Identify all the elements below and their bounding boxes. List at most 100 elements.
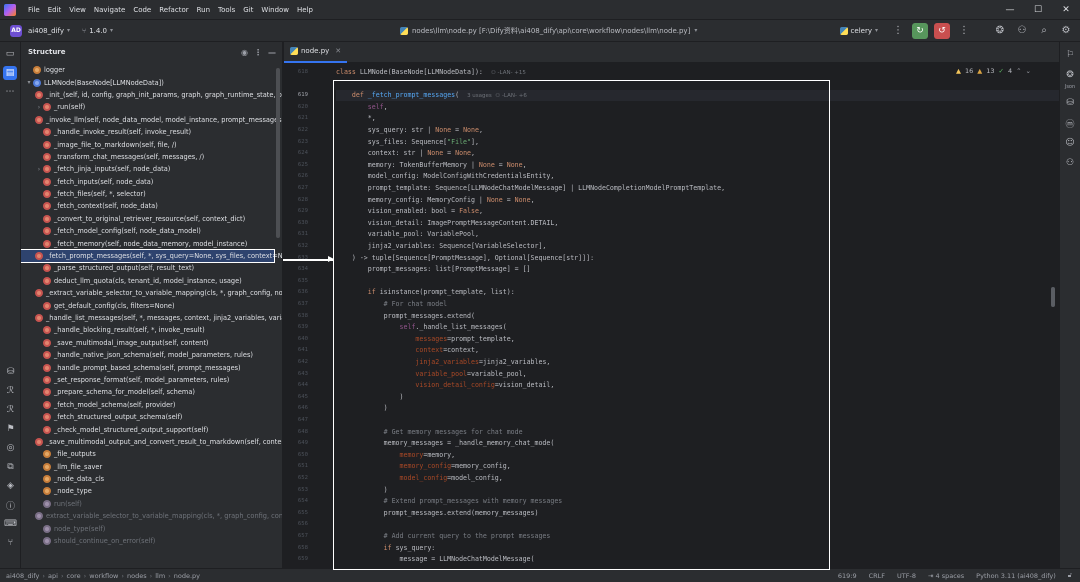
code-line[interactable]: jinja2_variables=jinja2_variables, bbox=[336, 357, 550, 368]
code-line[interactable]: *, bbox=[336, 113, 376, 124]
terminal-icon[interactable]: ⌨ bbox=[4, 517, 18, 531]
structure-icon[interactable]: ▤ bbox=[3, 66, 17, 80]
code-line[interactable]: model_config: ModelConfigWithCredentials… bbox=[336, 171, 555, 182]
more-tools-icon[interactable]: ⋯ bbox=[3, 85, 17, 99]
menu-item-window[interactable]: Window bbox=[257, 6, 293, 14]
expand-arrow-icon[interactable]: ▾ bbox=[25, 79, 33, 86]
structure-item[interactable]: should_continue_on_error(self) bbox=[21, 535, 274, 547]
code-line[interactable]: context=context, bbox=[336, 345, 479, 356]
plugin-side-icon[interactable]: ⚇ bbox=[1063, 156, 1077, 170]
vcs-branch-selector[interactable]: ⑂ 1.4.0 ▾ bbox=[76, 27, 119, 35]
menu-item-code[interactable]: Code bbox=[129, 6, 155, 14]
structure-item[interactable]: _node_data_cls bbox=[21, 473, 274, 485]
breadcrumb-item[interactable]: llm bbox=[155, 572, 165, 580]
more-actions-icon[interactable]: ⋮ bbox=[956, 23, 972, 39]
code-line[interactable]: variable_pool: VariablePool, bbox=[336, 229, 479, 240]
code-line[interactable]: sys_query: str | None = None, bbox=[336, 125, 483, 136]
code-line[interactable]: prompt_messages.extend(memory_messages) bbox=[336, 508, 539, 519]
structure-item[interactable]: deduct_llm_quota(cls, tenant_id, model_i… bbox=[21, 275, 274, 287]
code-line[interactable]: ) bbox=[336, 403, 388, 414]
services-icon[interactable]: ◎ bbox=[4, 441, 18, 455]
structure-item[interactable]: _fetch_model_config(self, node_data_mode… bbox=[21, 225, 274, 237]
structure-item[interactable]: _fetch_inputs(self, node_data) bbox=[21, 176, 274, 188]
project-folder-icon[interactable]: ▭ bbox=[3, 47, 17, 61]
more-icon[interactable]: ⋮ bbox=[890, 23, 906, 39]
structure-item[interactable]: _check_model_structured_output_support(s… bbox=[21, 423, 274, 435]
structure-item[interactable]: _file_outputs bbox=[21, 448, 274, 460]
structure-item[interactable]: _handle_prompt_based_schema(self, prompt… bbox=[21, 361, 274, 373]
structure-item[interactable]: _fetch_files(self, *, selector) bbox=[21, 188, 274, 200]
structure-item[interactable]: › _fetch_jinja_inputs(self, node_data) bbox=[21, 163, 274, 175]
project-badge[interactable]: AD bbox=[10, 24, 22, 37]
menu-item-view[interactable]: View bbox=[65, 6, 90, 14]
expand-arrow-icon[interactable]: › bbox=[35, 104, 43, 111]
structure-item[interactable]: _image_file_to_markdown(self, file, /) bbox=[21, 138, 274, 150]
structure-item[interactable]: _node_type bbox=[21, 485, 274, 497]
code-line[interactable]: message = LLMNodeChatModelMessage( bbox=[336, 554, 535, 565]
more-options-icon[interactable]: ⋮ bbox=[254, 48, 262, 57]
structure-item[interactable]: logger bbox=[21, 64, 274, 76]
code-line[interactable]: ) -> tuple[Sequence[PromptMessage], Opti… bbox=[336, 253, 594, 264]
structure-item[interactable]: _handle_blocking_result(self, *, invoke_… bbox=[21, 324, 274, 336]
code-line[interactable]: sys_files: Sequence["File"], bbox=[336, 137, 479, 148]
structure-item[interactable]: _handle_list_messages(self, *, messages,… bbox=[21, 312, 282, 324]
packages-icon[interactable]: ⧉ bbox=[4, 460, 18, 474]
problems-icon[interactable]: ⓘ bbox=[4, 498, 18, 512]
stop-button[interactable]: ↺ bbox=[934, 22, 950, 39]
code-line[interactable]: model_config=model_config, bbox=[336, 473, 503, 484]
close-icon[interactable]: ✕ bbox=[1052, 0, 1080, 20]
structure-item[interactable]: _fetch_memory(self, node_data_memory, mo… bbox=[21, 237, 274, 249]
database-icon[interactable]: ⛁ bbox=[4, 365, 18, 379]
structure-item[interactable]: get_default_config(cls, filters=None) bbox=[21, 299, 274, 311]
breadcrumb-item[interactable]: ai408_dify bbox=[6, 572, 39, 580]
structure-item[interactable]: _invoke_llm(self, node_data_model, model… bbox=[21, 114, 282, 126]
database-side-icon[interactable]: ⛁ bbox=[1063, 96, 1077, 110]
structure-item[interactable]: node_type(self) bbox=[21, 522, 274, 534]
project-selector[interactable]: ai408_dify ▾ bbox=[22, 27, 76, 35]
run-config-selector[interactable]: celery ▾ bbox=[834, 26, 884, 35]
structure-item[interactable]: _fetch_structured_output_schema(self) bbox=[21, 411, 274, 423]
file-path-title[interactable]: nodes\llm\node.py [F:\Dify资料\ai408_dify\… bbox=[400, 26, 697, 36]
structure-item[interactable]: run(self) bbox=[21, 498, 274, 510]
copilot-icon[interactable]: ℛ bbox=[4, 384, 18, 398]
structure-item[interactable]: _save_multimodal_image_output(self, cont… bbox=[21, 337, 274, 349]
ai-chat-icon[interactable]: ℛ bbox=[4, 403, 18, 417]
code-line[interactable]: memory_config: MemoryConfig | None = Non… bbox=[336, 195, 535, 206]
python-interpreter[interactable]: Python 3.11 (ai408_dify) bbox=[976, 572, 1056, 580]
menu-item-edit[interactable]: Edit bbox=[44, 6, 66, 14]
code-line[interactable]: # Add current query to the prompt messag… bbox=[336, 531, 551, 542]
line-separator[interactable]: CRLF bbox=[869, 572, 885, 580]
breadcrumb-item[interactable]: api bbox=[48, 572, 58, 580]
code-line[interactable]: ) bbox=[336, 392, 404, 403]
code-line[interactable]: variable_pool=variable_pool, bbox=[336, 369, 526, 380]
code-line[interactable]: memory: TokenBufferMemory | None = None, bbox=[336, 160, 527, 171]
minimize-icon[interactable]: — bbox=[996, 0, 1024, 20]
menu-item-tools[interactable]: Tools bbox=[214, 6, 239, 14]
copilot-side-icon[interactable]: ☺ bbox=[1063, 136, 1077, 150]
code-line[interactable]: prompt_messages.extend( bbox=[336, 311, 475, 322]
ai-assistant-side-icon[interactable]: ❂ bbox=[1063, 68, 1077, 82]
code-line[interactable]: ) bbox=[336, 485, 388, 496]
expand-arrow-icon[interactable]: › bbox=[35, 166, 43, 173]
structure-item[interactable]: _fetch_context(self, node_data) bbox=[21, 200, 274, 212]
menu-item-file[interactable]: File bbox=[24, 6, 44, 14]
maximize-icon[interactable]: ☐ bbox=[1024, 0, 1052, 20]
structure-item[interactable]: _fetch_model_schema(self, provider) bbox=[21, 399, 274, 411]
code-line[interactable]: class LLMNode(BaseNode[LLMNodeData]): ⚇ … bbox=[336, 67, 526, 78]
menu-item-refactor[interactable]: Refactor bbox=[155, 6, 192, 14]
code-line[interactable]: vision_detail_config=vision_detail, bbox=[336, 380, 554, 391]
code-line[interactable]: memory_config=memory_config, bbox=[336, 461, 511, 472]
deploy-icon[interactable]: ⚑ bbox=[4, 422, 18, 436]
notifications-icon[interactable]: ⚐ bbox=[1063, 48, 1077, 62]
code-line[interactable]: def _fetch_prompt_messages( 3 usages ⚇ -… bbox=[336, 90, 527, 101]
code-line[interactable]: prompt_messages: list[PromptMessage] = [… bbox=[336, 264, 531, 275]
maven-icon[interactable]: ⓜ bbox=[1063, 116, 1077, 130]
git-icon[interactable]: ⑂ bbox=[4, 536, 18, 550]
code-line[interactable]: vision_enabled: bool = False, bbox=[336, 206, 483, 217]
structure-item[interactable]: _handle_invoke_result(self, invoke_resul… bbox=[21, 126, 274, 138]
code-line[interactable]: memory=memory, bbox=[336, 450, 456, 461]
structure-item[interactable]: _handle_native_json_schema(self, model_p… bbox=[21, 349, 274, 361]
structure-item[interactable]: _extract_variable_selector_to_variable_m… bbox=[21, 287, 282, 299]
code-line[interactable]: # For chat model bbox=[336, 299, 448, 310]
hide-panel-icon[interactable]: — bbox=[268, 48, 276, 57]
